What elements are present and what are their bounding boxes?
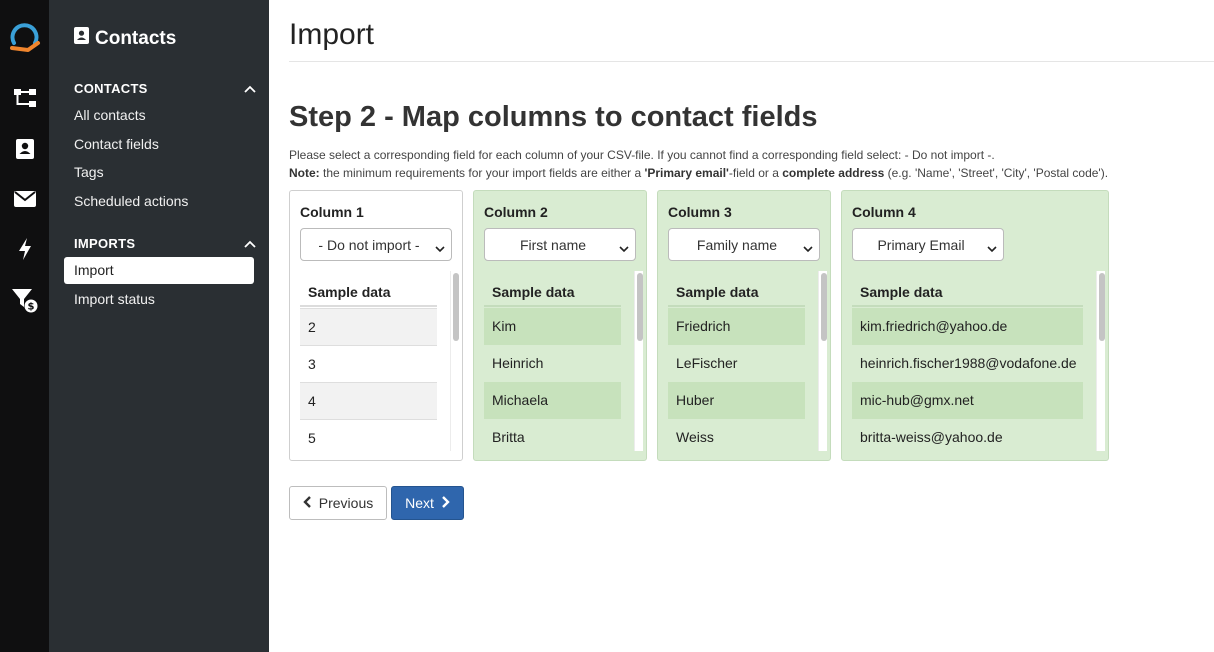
mail-icon[interactable]: [0, 181, 49, 217]
divider: [289, 61, 1214, 62]
sidebar-item-import-status[interactable]: Import status: [74, 291, 155, 307]
help-line-1: Please select a corresponding field for …: [289, 148, 995, 162]
funnel-dollar-icon[interactable]: $: [0, 282, 49, 318]
select-value: Primary Email: [877, 236, 965, 253]
column-card-1: Column 1 - Do not import - Sample data 2…: [289, 190, 463, 461]
sidebar-item-tags[interactable]: Tags: [74, 164, 104, 180]
sidebar-section-imports[interactable]: IMPORTS: [74, 236, 256, 251]
workflow-icon[interactable]: [0, 80, 49, 116]
sample-row: LeFischer: [676, 355, 738, 371]
sidebar-item-contact-fields[interactable]: Contact fields: [74, 136, 159, 152]
field-select[interactable]: Primary Email: [852, 228, 1004, 261]
section-label: IMPORTS: [74, 236, 136, 251]
next-button-label: Next: [405, 495, 434, 511]
previous-button[interactable]: Previous: [289, 486, 387, 520]
sample-row: britta-weiss@yahoo.de: [860, 429, 1003, 445]
step-title: Step 2 - Map columns to contact fields: [289, 101, 818, 133]
sample-data-header: Sample data: [852, 278, 1083, 307]
page-title: Import: [289, 18, 375, 51]
select-value: First name: [519, 236, 587, 253]
sample-data-header: Sample data: [300, 278, 437, 307]
chevron-down-icon: [619, 240, 629, 256]
svg-text:$: $: [27, 302, 34, 313]
sample-data-header: Sample data: [484, 278, 621, 307]
chevron-up-icon[interactable]: [244, 236, 256, 251]
select-value: - Do not import -: [318, 236, 420, 253]
column-card-4: Column 4 Primary Email Sample data kim.f…: [841, 190, 1109, 461]
sidebar-title-label: Contacts: [95, 27, 177, 49]
field-select[interactable]: First name: [484, 228, 636, 261]
chevron-down-icon: [987, 240, 997, 256]
sample-row: Heinrich: [492, 355, 544, 371]
sample-row: 2: [300, 308, 437, 345]
sample-data-header: Sample data: [668, 278, 805, 307]
scrollbar[interactable]: [634, 271, 643, 451]
scrollbar-thumb[interactable]: [821, 273, 827, 341]
previous-button-label: Previous: [318, 495, 374, 511]
sample-row: Kim: [484, 308, 621, 345]
sample-row: Friedrich: [668, 308, 805, 345]
column-card-3: Column 3 Family name Sample data Friedri…: [657, 190, 831, 461]
sample-row: 4: [300, 382, 437, 419]
column-title: Column 2: [484, 204, 548, 220]
next-button[interactable]: Next: [391, 486, 464, 520]
contacts-icon[interactable]: [0, 131, 49, 167]
scrollbar-thumb[interactable]: [1099, 273, 1105, 341]
sidebar-section-contacts[interactable]: CONTACTS: [74, 81, 256, 96]
sample-row: heinrich.fischer1988@vodafone.de: [860, 355, 1077, 371]
contacts-icon: [74, 27, 89, 50]
scrollbar[interactable]: [450, 271, 459, 451]
field-select[interactable]: - Do not import -: [300, 228, 452, 261]
select-value: Family name: [696, 236, 778, 253]
sidebar-item-import[interactable]: Import: [64, 257, 254, 284]
sample-row: Britta: [492, 429, 525, 445]
help-note: Note: the minimum requirements for your …: [289, 166, 1109, 180]
column-title: Column 1: [300, 204, 364, 220]
logo-icon[interactable]: [0, 20, 49, 56]
column-card-2: Column 2 First name Sample data Kim Hein…: [473, 190, 647, 461]
column-title: Column 4: [852, 204, 916, 220]
chevron-up-icon[interactable]: [244, 81, 256, 96]
sample-row: kim.friedrich@yahoo.de: [852, 308, 1083, 345]
sample-row: 3: [300, 345, 437, 382]
sample-row: 5: [300, 419, 437, 456]
main-content: Import Step 2 - Map columns to contact f…: [289, 0, 1214, 652]
scrollbar[interactable]: [1096, 271, 1105, 451]
sample-row: Weiss: [676, 429, 714, 445]
chevron-right-icon: [441, 495, 450, 511]
sidebar: Contacts CONTACTS All contacts Contact f…: [49, 0, 269, 652]
chevron-left-icon: [303, 495, 312, 511]
help-text: Please select a corresponding field for …: [289, 146, 1108, 182]
sidebar-item-all-contacts[interactable]: All contacts: [74, 107, 146, 123]
field-select[interactable]: Family name: [668, 228, 820, 261]
chevron-down-icon: [435, 240, 445, 256]
scrollbar-thumb[interactable]: [453, 273, 459, 341]
sidebar-title: Contacts: [74, 27, 176, 50]
scrollbar[interactable]: [818, 271, 827, 451]
section-label: CONTACTS: [74, 81, 148, 96]
sample-row: mic-hub@gmx.net: [852, 382, 1083, 419]
sample-row: Michaela: [484, 382, 621, 419]
scrollbar-thumb[interactable]: [637, 273, 643, 341]
sidebar-item-scheduled-actions[interactable]: Scheduled actions: [74, 193, 188, 209]
bolt-icon[interactable]: [0, 231, 49, 267]
column-title: Column 3: [668, 204, 732, 220]
chevron-down-icon: [803, 240, 813, 256]
sample-row: Huber: [668, 382, 805, 419]
icon-rail: $: [0, 0, 49, 652]
